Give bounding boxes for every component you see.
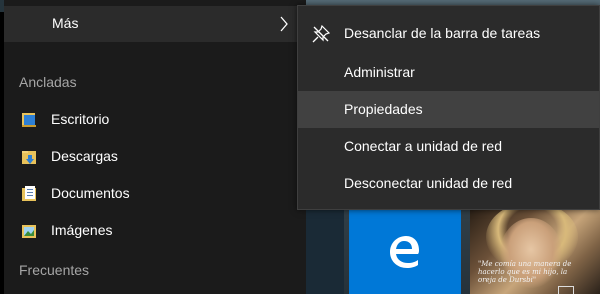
more-menu-item[interactable]: Más — [4, 6, 306, 42]
menu-item-label: Propiedades — [344, 101, 423, 117]
properties-item[interactable]: Propiedades — [298, 91, 599, 128]
photo-caption: "Me comía una manera de hacerlo que es m… — [478, 260, 572, 284]
pinned-section-title: Ancladas — [19, 74, 77, 90]
pinned-item-imagenes[interactable]: Imágenes — [4, 212, 294, 249]
unpin-icon — [312, 25, 330, 43]
pinned-item-label: Escritorio — [51, 111, 110, 127]
pictures-folder-icon — [22, 225, 36, 238]
documents-folder-icon — [22, 186, 36, 201]
disconnect-network-drive-item[interactable]: Desconectar unidad de red — [298, 165, 599, 202]
edge-tile[interactable] — [349, 210, 461, 294]
pinned-item-label: Imágenes — [51, 222, 113, 238]
edge-icon — [390, 236, 419, 268]
more-menu-label: Más — [52, 15, 79, 31]
menu-item-label: Desconectar unidad de red — [344, 175, 513, 191]
pinned-item-label: Descargas — [51, 148, 118, 164]
menu-item-label: Conectar a unidad de red — [344, 138, 502, 154]
menu-item-label: Administrar — [344, 64, 415, 80]
chevron-right-icon — [280, 16, 288, 32]
tile-badge — [558, 286, 574, 294]
frequent-section-title: Frecuentes — [19, 262, 90, 278]
manage-item[interactable]: Administrar — [298, 54, 599, 91]
unpin-from-taskbar-item[interactable]: Desanclar de la barra de tareas — [298, 15, 599, 52]
pinned-item-documentos[interactable]: Documentos — [4, 175, 294, 212]
context-menu: Desanclar de la barra de tareas Administ… — [297, 5, 600, 210]
news-photo-tile[interactable]: "Me comía una manera de hacerlo que es m… — [470, 210, 600, 294]
pinned-item-descargas[interactable]: Descargas — [4, 138, 294, 175]
pinned-item-label: Documentos — [51, 185, 130, 201]
desktop-folder-icon — [22, 113, 36, 127]
tile-partial[interactable] — [306, 210, 344, 294]
map-network-drive-item[interactable]: Conectar a unidad de red — [298, 128, 599, 165]
menu-item-label: Desanclar de la barra de tareas — [344, 25, 541, 41]
pinned-item-escritorio[interactable]: Escritorio — [4, 101, 294, 138]
downloads-folder-icon — [22, 151, 36, 164]
